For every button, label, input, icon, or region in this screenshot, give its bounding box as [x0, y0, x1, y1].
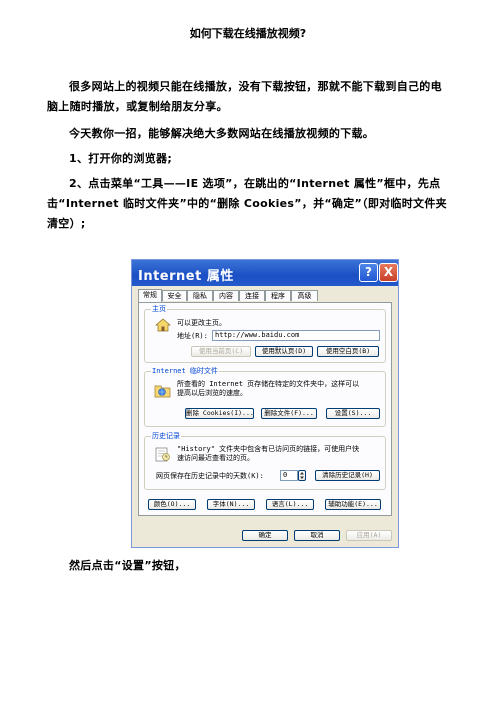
delete-cookies-button[interactable]: 删除 Cookies(I)... — [185, 408, 254, 419]
tip-paragraph: 今天教你一招，能够解决绝大多数网站在线播放视频的下载。 — [69, 127, 375, 140]
homepage-group-label: 主页 — [151, 305, 167, 314]
close-button[interactable]: X — [379, 263, 398, 282]
tab-general[interactable]: 常规 — [138, 289, 162, 302]
tab-advanced[interactable]: 高级 — [291, 290, 318, 301]
homepage-address-input[interactable]: http://www.baidu.com — [212, 330, 380, 341]
history-days-input[interactable]: 0 — [280, 470, 298, 481]
history-icon — [155, 447, 170, 462]
spinner-arrows-icon — [300, 472, 304, 479]
tab-connections[interactable]: 连接 — [239, 290, 265, 301]
intro-paragraph: 很多网站上的视频只能在线播放，没有下载按钮，那就不能下载到自己的电脑上随时播放，… — [47, 80, 442, 113]
history-description-1: "History" 文件夹中包含有已访问页的链接，可使用户快 — [177, 445, 360, 453]
use-current-button[interactable]: 使用当前页(C) — [191, 346, 251, 357]
help-button[interactable]: ? — [359, 263, 378, 282]
temp-files-group: Internet 临时文件 所查看的 Internet 页存储在特定的文件夹中，… — [144, 367, 386, 427]
cancel-button[interactable]: 取消 — [294, 530, 340, 541]
homepage-icon — [155, 318, 171, 332]
fonts-button[interactable]: 字体(N)... — [207, 499, 255, 510]
tab-security[interactable]: 安全 — [162, 290, 187, 301]
step-1: 1、打开你的浏览器; — [69, 152, 173, 165]
apply-button[interactable]: 应用(A) — [346, 530, 392, 541]
history-description-2: 速访问最近查看过的页。 — [177, 454, 254, 462]
temp-settings-button[interactable]: 设置(S)... — [326, 408, 380, 419]
footer-paragraph: 然后点击“设置”按钮， — [69, 559, 186, 572]
tab-panel-general: 主页 可以更改主页。 地址(R): http://www.baidu.com 使… — [138, 302, 392, 516]
homepage-group: 主页 可以更改主页。 地址(R): http://www.baidu.com 使… — [144, 305, 386, 363]
use-blank-button[interactable]: 使用空白页(B) — [317, 346, 379, 357]
languages-button[interactable]: 语言(L)... — [266, 499, 314, 510]
step-2: 2、点击菜单“工具——IE 选项”，在跳出的“Internet 属性”框中，先点… — [47, 177, 447, 230]
tab-privacy[interactable]: 隐私 — [187, 290, 213, 301]
tab-content[interactable]: 内容 — [213, 290, 239, 301]
use-default-button[interactable]: 使用默认页(D) — [255, 346, 313, 357]
address-label: 地址(R): — [177, 332, 208, 340]
delete-files-button[interactable]: 删除文件(F)... — [261, 408, 317, 419]
colors-button[interactable]: 颜色(O)... — [148, 499, 196, 510]
dialog-titlebar: Internet 属性 ? X — [132, 260, 398, 286]
temp-files-icon — [154, 385, 171, 398]
clear-history-button[interactable]: 清除历史记录(H) — [315, 470, 380, 481]
tab-programs[interactable]: 程序 — [265, 290, 291, 301]
ok-button[interactable]: 确定 — [242, 530, 288, 541]
history-group: 历史记录 "History" 文件夹中包含有已访问页的链接，可使用户快 速访问最… — [144, 432, 386, 490]
homepage-description: 可以更改主页。 — [177, 319, 226, 327]
accessibility-button[interactable]: 辅助功能(E)... — [325, 499, 381, 510]
history-days-label: 网页保存在历史记录中的天数(K): — [156, 472, 264, 480]
temp-files-description-2: 提高以后浏览的速度。 — [177, 389, 247, 397]
history-group-label: 历史记录 — [151, 432, 181, 441]
temp-files-group-label: Internet 临时文件 — [151, 367, 219, 376]
temp-files-description-1: 所查看的 Internet 页存储在特定的文件夹中，这样可以 — [177, 380, 360, 388]
internet-properties-dialog: Internet 属性 ? X 常规 安全 隐私 内容 连接 程序 高级 主页 … — [131, 259, 399, 548]
dialog-title: Internet 属性 — [138, 269, 234, 284]
history-days-spinner[interactable] — [298, 470, 306, 481]
document-title: 如何下载在线播放视频? — [189, 27, 307, 40]
